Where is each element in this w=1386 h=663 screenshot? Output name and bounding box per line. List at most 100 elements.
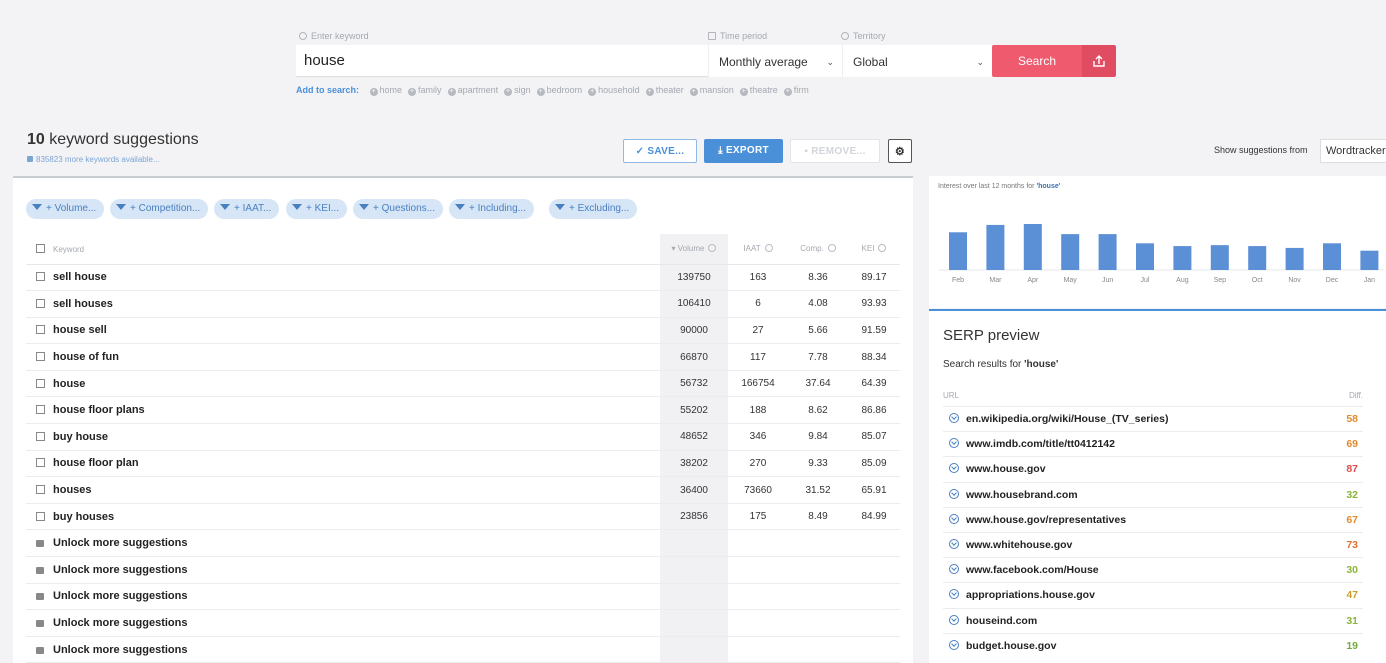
- iaat-header[interactable]: IAAT: [728, 234, 788, 265]
- expand-icon[interactable]: [949, 413, 959, 423]
- row-checkbox[interactable]: [36, 458, 45, 468]
- serp-row[interactable]: www.housebrand.com 32: [943, 481, 1363, 507]
- add-term-chip[interactable]: + sign: [504, 85, 531, 96]
- settings-button[interactable]: ⚙: [888, 139, 912, 163]
- row-checkbox[interactable]: [36, 272, 45, 282]
- unlock-row[interactable]: Unlock more suggestions: [26, 583, 900, 611]
- keyword-header[interactable]: Keyword: [26, 234, 660, 265]
- keyword-cell[interactable]: house floor plan: [26, 450, 660, 478]
- expand-icon[interactable]: [949, 639, 959, 650]
- expand-icon[interactable]: [949, 614, 959, 625]
- upload-button[interactable]: [1082, 45, 1116, 77]
- trend-bar[interactable]: [1023, 224, 1042, 270]
- territory-select[interactable]: Global ⌄: [842, 45, 992, 77]
- add-term-chip[interactable]: + bedroom: [536, 85, 582, 96]
- unlock-cell[interactable]: Unlock more suggestions: [26, 609, 660, 637]
- source-select[interactable]: Wordtracker: [1320, 139, 1386, 163]
- add-term-chip[interactable]: + theater: [645, 85, 684, 96]
- expand-icon[interactable]: [949, 488, 959, 499]
- keyword-cell[interactable]: house of fun: [26, 343, 660, 371]
- expand-icon[interactable]: [949, 538, 959, 549]
- trend-bar[interactable]: [1136, 243, 1154, 270]
- serp-row[interactable]: appropriations.house.gov 47: [943, 582, 1363, 607]
- serp-url[interactable]: www.housebrand.com: [966, 489, 1078, 501]
- trend-bar[interactable]: [1173, 246, 1192, 270]
- filter-chip[interactable]: + Competition...: [110, 199, 209, 219]
- add-term-chip[interactable]: + apartment: [447, 85, 498, 96]
- expand-icon[interactable]: [949, 513, 959, 524]
- row-checkbox[interactable]: [36, 405, 45, 415]
- table-row[interactable]: house of fun 66870 117 7.78 88.34: [26, 343, 900, 371]
- select-all-checkbox[interactable]: [36, 243, 45, 253]
- time-period-select[interactable]: Monthly average ⌄: [708, 45, 842, 77]
- add-term-chip[interactable]: + mansion: [689, 85, 734, 96]
- add-term-chip[interactable]: + theatre: [739, 85, 778, 96]
- table-row[interactable]: house 56732 166754 37.64 64.39: [26, 370, 900, 398]
- expand-icon[interactable]: [949, 463, 959, 474]
- table-row[interactable]: buy house 48652 346 9.84 85.07: [26, 423, 900, 451]
- serp-row[interactable]: budget.house.gov 19: [943, 632, 1363, 658]
- serp-url[interactable]: appropriations.house.gov: [966, 589, 1095, 601]
- row-checkbox[interactable]: [36, 431, 45, 441]
- filter-chip[interactable]: + Including...: [449, 199, 534, 219]
- table-row[interactable]: sell house 139750 163 8.36 89.17: [26, 264, 900, 292]
- unlock-cell[interactable]: Unlock more suggestions: [26, 583, 660, 611]
- unlock-cell[interactable]: Unlock more suggestions: [26, 556, 660, 584]
- trend-bar[interactable]: [1323, 243, 1341, 270]
- trend-bar[interactable]: [986, 224, 1005, 270]
- add-term-chip[interactable]: + household: [588, 85, 640, 96]
- serp-row[interactable]: www.house.gov/representatives 67: [943, 506, 1363, 532]
- export-button[interactable]: ⤓ EXPORT: [704, 139, 783, 163]
- add-term-chip[interactable]: + firm: [783, 85, 809, 96]
- serp-row[interactable]: www.facebook.com/House 30: [943, 557, 1363, 582]
- keyword-cell[interactable]: houses: [26, 476, 660, 504]
- trend-bar[interactable]: [1360, 250, 1379, 270]
- search-button[interactable]: Search: [992, 45, 1082, 77]
- trend-bar[interactable]: [1210, 245, 1229, 270]
- row-checkbox[interactable]: [36, 485, 45, 495]
- serp-url[interactable]: www.imdb.com/title/tt0412142: [966, 438, 1115, 450]
- add-term-chip[interactable]: + family: [408, 85, 442, 96]
- serp-url[interactable]: www.house.gov: [966, 463, 1046, 475]
- unlock-row[interactable]: Unlock more suggestions: [26, 556, 900, 584]
- serp-row[interactable]: www.house.gov 87: [943, 456, 1363, 481]
- serp-url[interactable]: www.whitehouse.gov: [966, 539, 1072, 551]
- serp-url[interactable]: www.facebook.com/House: [966, 564, 1099, 576]
- serp-row[interactable]: www.imdb.com/title/tt0412142 69: [943, 431, 1363, 456]
- table-row[interactable]: house floor plan 38202 270 9.33 85.09: [26, 450, 900, 478]
- filter-chip[interactable]: + IAAT...: [214, 199, 280, 219]
- remove-button[interactable]: ▪ REMOVE...: [790, 139, 880, 163]
- trend-bar[interactable]: [949, 232, 967, 270]
- comp-header[interactable]: Comp.: [788, 234, 848, 265]
- trend-bar[interactable]: [1061, 234, 1080, 270]
- trend-bar[interactable]: [1098, 234, 1117, 270]
- serp-url[interactable]: houseind.com: [966, 615, 1037, 627]
- unlock-cell[interactable]: Unlock more suggestions: [26, 636, 660, 663]
- row-checkbox[interactable]: [36, 511, 45, 521]
- unlock-row[interactable]: Unlock more suggestions: [26, 609, 900, 637]
- add-term-chip[interactable]: + home: [369, 85, 402, 96]
- kei-header[interactable]: KEI: [848, 234, 900, 265]
- unlock-row[interactable]: Unlock more suggestions: [26, 636, 900, 663]
- volume-header[interactable]: ▾ Volume: [660, 234, 728, 265]
- expand-icon[interactable]: [949, 438, 959, 449]
- table-row[interactable]: houses 36400 73660 31.52 65.91: [26, 476, 900, 504]
- table-row[interactable]: house floor plans 55202 188 8.62 86.86: [26, 396, 900, 425]
- row-checkbox[interactable]: [36, 378, 45, 388]
- serp-url[interactable]: budget.house.gov: [966, 640, 1056, 652]
- keyword-cell[interactable]: buy house: [26, 423, 660, 451]
- table-row[interactable]: house sell 90000 27 5.66 91.59: [26, 317, 900, 345]
- keyword-cell[interactable]: sell house: [26, 264, 660, 292]
- more-keywords-link[interactable]: 835823 more keywords available...: [27, 155, 160, 164]
- row-checkbox[interactable]: [36, 298, 45, 308]
- keyword-cell[interactable]: house: [26, 370, 660, 398]
- serp-row[interactable]: www.whitehouse.gov 73: [943, 531, 1363, 557]
- unlock-row[interactable]: Unlock more suggestions: [26, 529, 900, 558]
- expand-icon[interactable]: [949, 589, 959, 600]
- filter-chip[interactable]: + Excluding...: [549, 199, 638, 219]
- row-checkbox[interactable]: [36, 325, 45, 335]
- row-checkbox[interactable]: [36, 352, 45, 362]
- serp-row[interactable]: en.wikipedia.org/wiki/House_(TV_series) 5…: [943, 406, 1363, 431]
- filter-chip[interactable]: + KEI...: [286, 199, 348, 219]
- keyword-input[interactable]: [296, 45, 708, 77]
